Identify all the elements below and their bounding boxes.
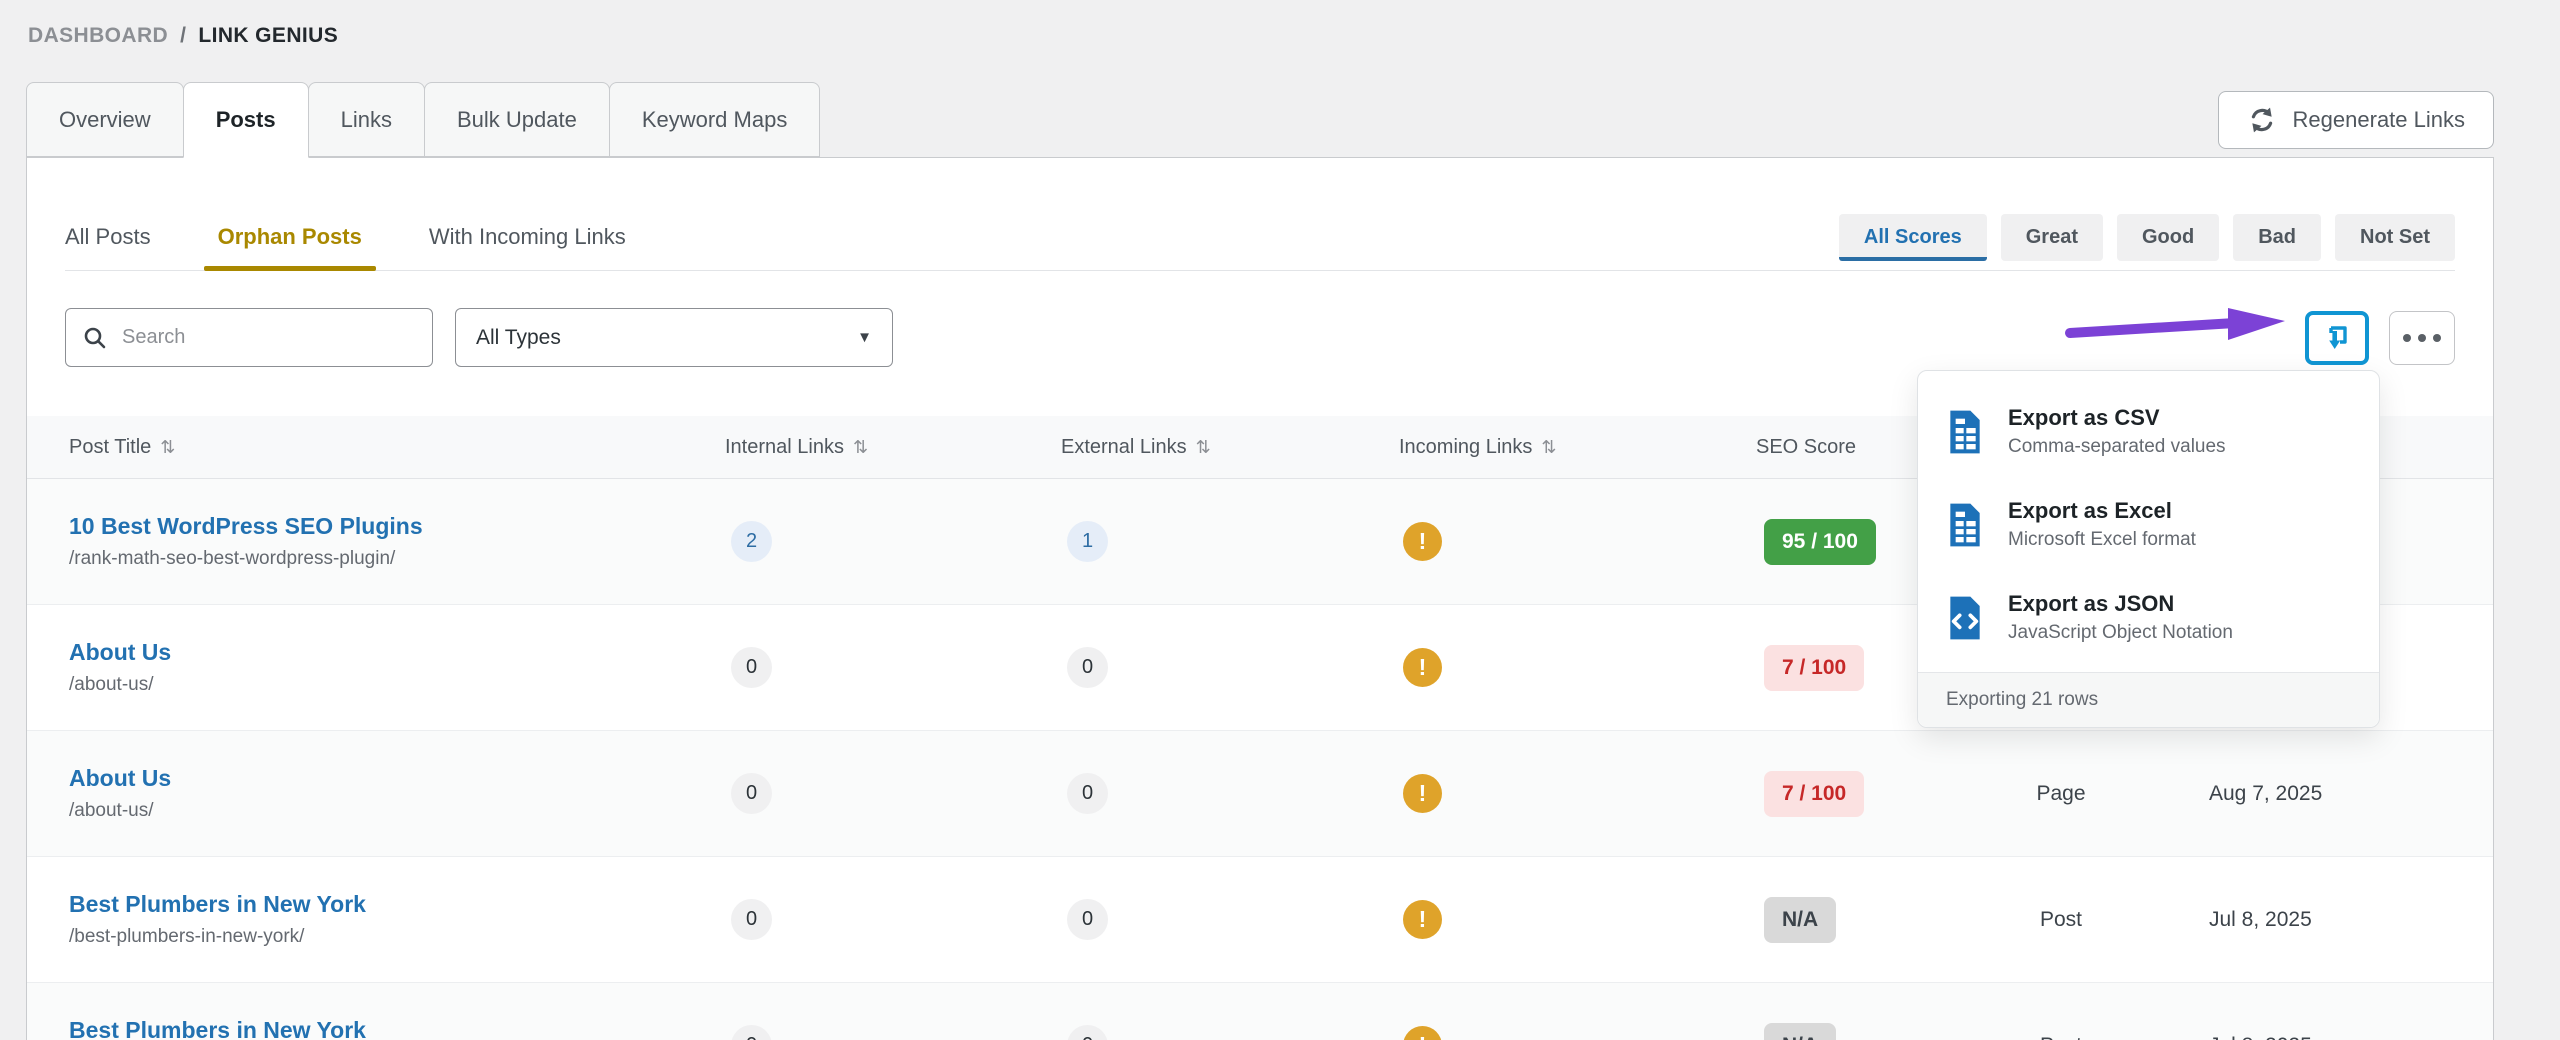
tab-links[interactable]: Links [308, 82, 425, 157]
seo-score-badge: N/A [1764, 1023, 1836, 1040]
menu-item-export-excel[interactable]: Export as Excel Microsoft Excel format [1918, 478, 2379, 571]
subtab-all-posts[interactable]: All Posts [51, 204, 165, 270]
internal-links-count: 0 [731, 1025, 772, 1040]
post-type: Page [1961, 782, 2161, 806]
subtab-with-incoming-links[interactable]: With Incoming Links [415, 204, 640, 270]
annotation-arrow [2065, 306, 2297, 346]
sort-icon[interactable]: ⇅ [853, 437, 868, 458]
post-date: Jul 8, 2025 [2161, 908, 2493, 932]
chevron-down-icon: ▼ [857, 329, 872, 346]
tab-posts[interactable]: Posts [183, 82, 309, 158]
menu-item-subtitle: JavaScript Object Notation [2008, 622, 2233, 644]
post-title-link[interactable]: Best Plumbers in New York [69, 1017, 725, 1040]
export-dropdown-menu: Export as CSV Comma-separated values Exp… [1917, 370, 2380, 728]
regenerate-links-button[interactable]: Regenerate Links [2218, 91, 2494, 149]
post-slug: /rank-math-seo-best-wordpress-plugin/ [69, 548, 725, 570]
column-header-incoming-links[interactable]: Incoming Links ⇅ [1399, 436, 1756, 459]
tab-bulk-update[interactable]: Bulk Update [424, 82, 610, 157]
post-type: Post [1961, 908, 2161, 932]
external-links-count: 1 [1067, 521, 1108, 562]
internal-links-count: 0 [731, 899, 772, 940]
post-date: Aug 7, 2025 [2161, 782, 2493, 806]
tab-overview[interactable]: Overview [26, 82, 184, 157]
post-slug: /about-us/ [69, 674, 725, 696]
ellipsis-icon [2403, 334, 2441, 342]
refresh-icon [2247, 105, 2277, 135]
link-genius-page: { "breadcrumb": {"parent": "DASHBOARD", … [0, 0, 2560, 1040]
column-header-post-title[interactable]: Post Title ⇅ [27, 436, 725, 459]
seo-score-badge: 7 / 100 [1764, 771, 1864, 817]
more-actions-button[interactable] [2389, 311, 2455, 365]
warning-icon: ! [1403, 900, 1442, 939]
seo-score-badge: 7 / 100 [1764, 645, 1864, 691]
breadcrumb-current: LINK GENIUS [198, 24, 338, 48]
sort-icon[interactable]: ⇅ [1541, 437, 1556, 458]
search-box [65, 308, 433, 367]
external-links-count: 0 [1067, 899, 1108, 940]
internal-links-count: 2 [731, 521, 772, 562]
menu-item-subtitle: Comma-separated values [2008, 436, 2226, 458]
filter-bad[interactable]: Bad [2233, 214, 2321, 261]
post-title-link[interactable]: 10 Best WordPress SEO Plugins [69, 513, 725, 540]
seo-score-badge: N/A [1764, 897, 1836, 943]
main-tab-bar: Overview Posts Links Bulk Update Keyword… [26, 82, 2494, 157]
post-slug: /about-us/ [69, 800, 725, 822]
tab-keyword-maps[interactable]: Keyword Maps [609, 82, 821, 157]
breadcrumb-separator: / [180, 24, 186, 48]
warning-icon: ! [1403, 774, 1442, 813]
post-title-link[interactable]: About Us [69, 639, 725, 666]
internal-links-count: 0 [731, 773, 772, 814]
export-row-count: Exporting 21 rows [1918, 672, 2379, 727]
internal-links-count: 0 [731, 647, 772, 688]
code-file-icon [1944, 594, 1986, 642]
column-header-internal-links[interactable]: Internal Links ⇅ [725, 436, 1061, 459]
filter-good[interactable]: Good [2117, 214, 2219, 261]
sort-icon[interactable]: ⇅ [1196, 437, 1211, 458]
breadcrumb-parent[interactable]: DASHBOARD [28, 24, 168, 48]
post-slug: /best-plumbers-in-new-york/ [69, 926, 725, 948]
breadcrumb: DASHBOARD / LINK GENIUS [0, 0, 2560, 62]
posts-panel: All Posts Orphan Posts With Incoming Lin… [26, 157, 2494, 1040]
menu-item-title: Export as Excel [2008, 498, 2196, 524]
type-filter-value: All Types [476, 326, 561, 350]
post-title-link[interactable]: Best Plumbers in New York [69, 891, 725, 918]
spreadsheet-file-icon [1944, 501, 1986, 549]
menu-item-title: Export as CSV [2008, 405, 2226, 431]
search-input[interactable] [120, 325, 416, 350]
warning-icon: ! [1403, 522, 1442, 561]
seo-score-badge: 95 / 100 [1764, 519, 1876, 565]
filter-not-set[interactable]: Not Set [2335, 214, 2455, 261]
external-links-count: 0 [1067, 1025, 1108, 1040]
external-links-count: 0 [1067, 647, 1108, 688]
type-filter-select[interactable]: All Types ▼ [455, 308, 893, 367]
filter-all-scores[interactable]: All Scores [1839, 214, 1987, 261]
table-row: About Us /about-us/ 0 0 ! 7 / 100 Page A… [27, 731, 2493, 857]
warning-icon: ! [1403, 1026, 1442, 1040]
warning-icon: ! [1403, 648, 1442, 687]
menu-item-export-csv[interactable]: Export as CSV Comma-separated values [1918, 385, 2379, 478]
menu-item-export-json[interactable]: Export as JSON JavaScript Object Notatio… [1918, 571, 2379, 664]
score-filter-group: All Scores Great Good Bad Not Set [1839, 214, 2455, 261]
post-date: Jul 8, 2025 [2161, 1034, 2493, 1040]
column-header-external-links[interactable]: External Links ⇅ [1061, 436, 1399, 459]
download-tray-icon [2319, 320, 2355, 356]
table-row: Best Plumbers in New York /best-plumbers… [27, 857, 2493, 983]
post-type: Post [1961, 1034, 2161, 1040]
sort-icon[interactable]: ⇅ [160, 437, 175, 458]
spreadsheet-file-icon [1944, 408, 1986, 456]
posts-filter-row: All Posts Orphan Posts With Incoming Lin… [65, 204, 2455, 271]
post-title-link[interactable]: About Us [69, 765, 725, 792]
search-icon [82, 325, 108, 351]
menu-item-subtitle: Microsoft Excel format [2008, 529, 2196, 551]
subtab-orphan-posts[interactable]: Orphan Posts [204, 204, 376, 270]
external-links-count: 0 [1067, 773, 1108, 814]
table-row: Best Plumbers in New York /best-plumbers… [27, 983, 2493, 1040]
filter-great[interactable]: Great [2001, 214, 2103, 261]
regenerate-links-label: Regenerate Links [2293, 107, 2465, 133]
export-button[interactable] [2305, 311, 2369, 365]
menu-item-title: Export as JSON [2008, 591, 2233, 617]
